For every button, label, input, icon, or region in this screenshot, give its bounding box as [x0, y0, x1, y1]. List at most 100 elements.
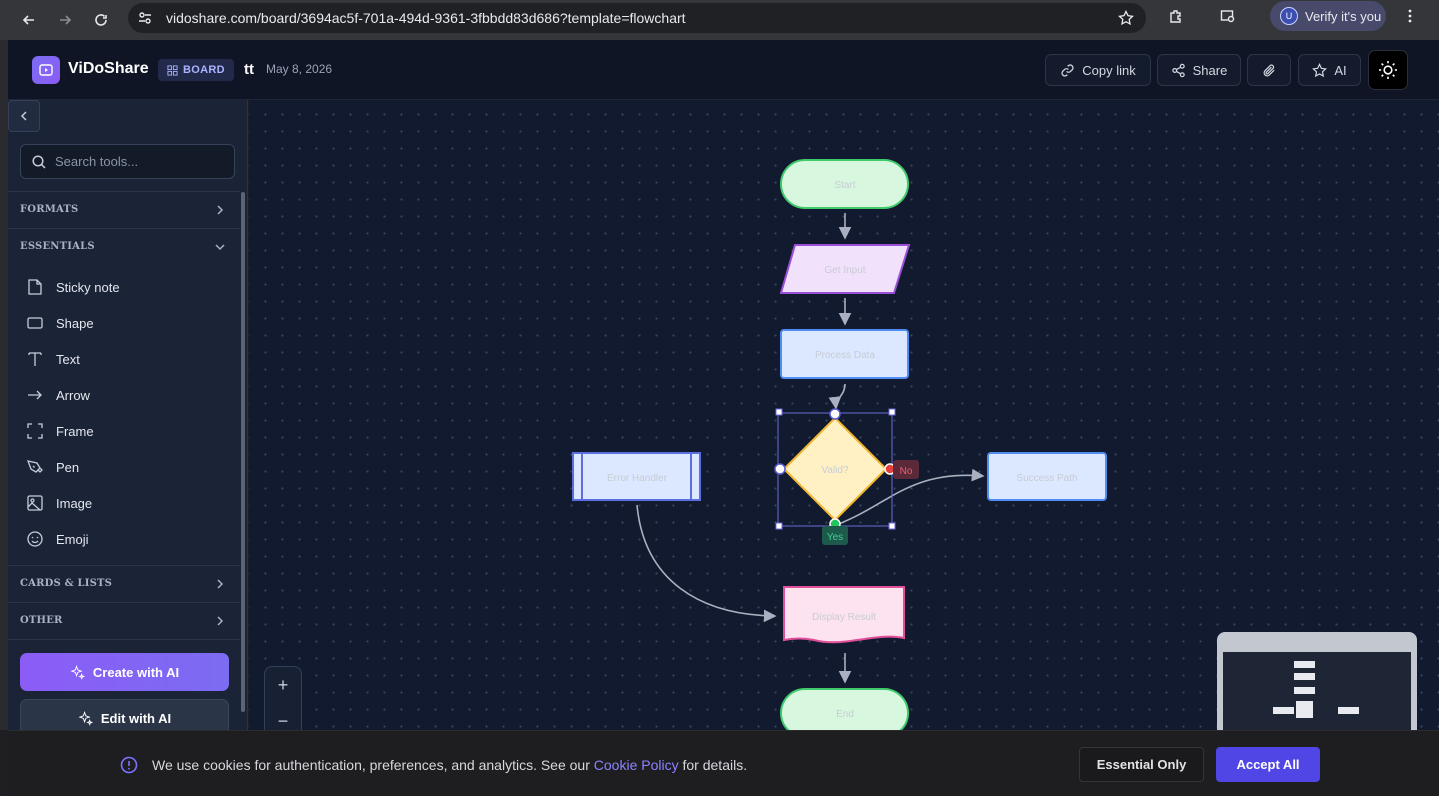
edit-with-ai-label: Edit with AI: [100, 710, 172, 726]
bookmark-star-icon[interactable]: [1118, 10, 1134, 26]
section-essentials-label: ESSENTIALS: [20, 241, 95, 252]
section-other-label: OTHER: [20, 615, 63, 626]
connector-error-display[interactable]: [636, 504, 777, 623]
chevron-down-icon: [215, 244, 225, 251]
create-with-ai-label: Create with AI: [92, 664, 180, 680]
resize-handle[interactable]: [888, 522, 896, 530]
text-icon: [28, 352, 42, 366]
ai-label: AI: [1334, 62, 1347, 78]
board-title[interactable]: tt: [244, 61, 254, 78]
grid-icon: [167, 64, 178, 76]
tool-pen[interactable]: Pen: [26, 453, 226, 481]
rectangle-icon: [27, 317, 43, 329]
node-decision[interactable]: Valid? No Yes: [774, 408, 919, 545]
section-formats[interactable]: FORMATS: [8, 191, 240, 227]
sparkle-icon: [70, 664, 85, 680]
chevron-right-icon: [217, 579, 224, 589]
node-display-result[interactable]: Display Result: [783, 586, 905, 644]
tool-sticky-note[interactable]: Sticky note: [26, 273, 226, 301]
emoji-icon: [27, 531, 43, 547]
copy-link-button[interactable]: Copy link: [1045, 54, 1151, 86]
paperclip-icon: [1263, 63, 1275, 76]
ai-button[interactable]: AI: [1298, 54, 1361, 86]
chevron-left-icon: [20, 111, 27, 121]
tool-frame[interactable]: Frame: [26, 417, 226, 445]
node-success-path-label: Success Path: [1016, 473, 1077, 484]
section-cards-label: CARDS & LISTS: [20, 578, 113, 589]
copy-link-label: Copy link: [1082, 62, 1136, 78]
yes-label: Yes: [827, 532, 843, 543]
connection-port[interactable]: [774, 463, 786, 475]
node-success-path[interactable]: Success Path: [987, 452, 1107, 501]
address-bar[interactable]: vidoshare.com/board/3694ac5f-701a-494d-9…: [128, 3, 1146, 33]
profile-button[interactable]: U Verify it's you: [1270, 1, 1386, 31]
frame-icon: [27, 423, 43, 439]
minimap-viewport[interactable]: [1223, 652, 1411, 742]
extensions-icon[interactable]: [1162, 0, 1190, 32]
node-decision-label: Valid?: [821, 465, 848, 476]
screen: { "browser": { "url": "vidoshare.com/boa…: [0, 0, 1439, 796]
back-icon[interactable]: [14, 5, 44, 35]
sidebar-scrollbar[interactable]: [241, 192, 245, 712]
cookie-text-before: We use cookies for authentication, prefe…: [152, 757, 594, 773]
accept-all-button[interactable]: Accept All: [1216, 747, 1320, 782]
share-label: Share: [1192, 62, 1228, 78]
tool-text[interactable]: Text: [26, 345, 226, 373]
forward-icon[interactable]: [50, 5, 80, 35]
tool-image[interactable]: Image: [26, 489, 226, 517]
info-icon: [120, 756, 138, 774]
section-cards-lists[interactable]: CARDS & LISTS: [8, 565, 240, 601]
section-formats-label: FORMATS: [20, 204, 79, 215]
node-get-input-label: Get Input: [824, 265, 865, 276]
image-icon: [27, 495, 43, 511]
site-settings-icon[interactable]: [136, 9, 154, 27]
cookie-policy-link[interactable]: Cookie Policy: [594, 757, 679, 773]
tool-label: Image: [56, 495, 93, 511]
zoom-in-button[interactable]: +: [265, 667, 301, 703]
tool-arrow[interactable]: Arrow: [26, 381, 226, 409]
tab-search-icon[interactable]: [1214, 0, 1242, 32]
window-edge: [0, 40, 8, 730]
reload-icon[interactable]: [86, 5, 116, 35]
tool-label: Sticky note: [56, 279, 120, 295]
node-get-input[interactable]: Get Input: [779, 244, 911, 294]
url-text[interactable]: vidoshare.com/board/3694ac5f-701a-494d-9…: [166, 10, 686, 26]
theme-toggle-button[interactable]: [1368, 50, 1408, 90]
pen-icon: [26, 460, 43, 473]
board-canvas[interactable]: Start Get Input Process Data Valid? No Y…: [249, 100, 1439, 796]
node-error-handler[interactable]: Error Handler: [572, 452, 701, 501]
connection-port[interactable]: [829, 408, 841, 420]
node-start[interactable]: Start: [780, 159, 909, 209]
tool-label: Frame: [56, 423, 94, 439]
create-with-ai-button[interactable]: Create with AI: [20, 653, 229, 691]
share-button[interactable]: Share: [1157, 54, 1241, 86]
logo-icon: [32, 56, 60, 84]
cookie-message: We use cookies for authentication, prefe…: [152, 757, 747, 773]
minimap[interactable]: [1217, 632, 1417, 742]
essential-only-button[interactable]: Essential Only: [1079, 747, 1204, 782]
search-icon: [32, 154, 46, 169]
collapse-sidebar-button[interactable]: [8, 100, 40, 132]
section-other[interactable]: OTHER: [8, 602, 240, 638]
attach-button[interactable]: [1247, 54, 1291, 86]
resize-handle[interactable]: [888, 408, 896, 416]
tool-shape[interactable]: Shape: [26, 309, 226, 337]
search-input[interactable]: [55, 154, 225, 169]
connector-process-decision[interactable]: [828, 383, 846, 410]
menu-icon[interactable]: [1398, 0, 1422, 32]
resize-handle[interactable]: [775, 408, 783, 416]
share-icon: [1171, 63, 1185, 77]
cookie-banner: We use cookies for authentication, prefe…: [8, 730, 1439, 796]
tool-emoji[interactable]: Emoji: [26, 525, 226, 553]
resize-handle[interactable]: [775, 522, 783, 530]
tool-label: Shape: [56, 315, 94, 331]
node-process-data[interactable]: Process Data: [780, 329, 909, 379]
board-badge: BOARD: [158, 59, 234, 81]
node-end[interactable]: End: [780, 688, 909, 730]
section-essentials[interactable]: ESSENTIALS: [8, 228, 240, 264]
search-tools[interactable]: [20, 144, 235, 179]
tool-label: Emoji: [56, 531, 89, 547]
node-start-label: Start: [834, 180, 855, 191]
no-label: No: [900, 466, 913, 477]
cookie-text-after: for details.: [678, 757, 748, 773]
